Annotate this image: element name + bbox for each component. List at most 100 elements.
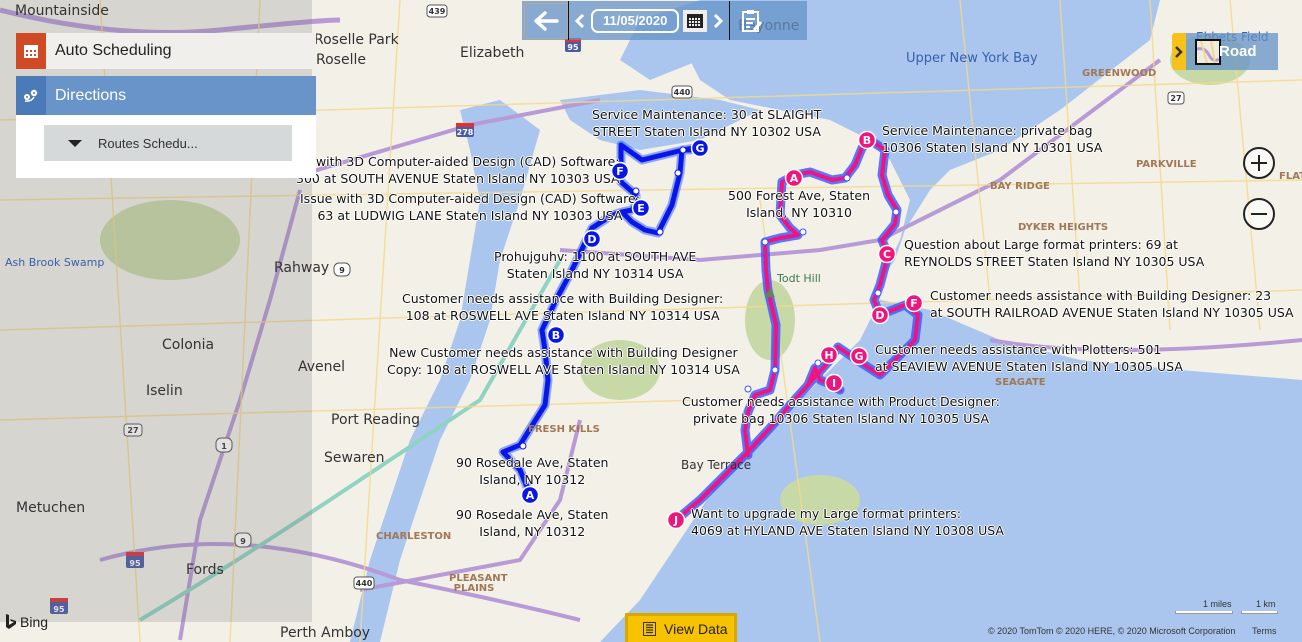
- place-label: Metuchen: [16, 500, 86, 516]
- svg-text:27: 27: [1170, 94, 1181, 103]
- svg-text:439: 439: [429, 7, 446, 16]
- shield-95-mid: 95: [126, 552, 144, 568]
- neighborhood-label: GREENWOOD: [1082, 68, 1157, 79]
- place-label: Avenel: [298, 359, 346, 375]
- date-toolbar: 11/05/2020: [522, 1, 807, 40]
- svg-text:9: 9: [339, 266, 345, 275]
- zoom-out-button[interactable]: [1243, 198, 1275, 230]
- view-data-label: View Data: [664, 621, 728, 637]
- directions-pins-icon: [16, 76, 46, 115]
- shield-9-fords: 9: [234, 532, 252, 548]
- routes-dropdown-label: Routes Schedu...: [98, 135, 198, 151]
- next-day-button[interactable]: [707, 13, 729, 28]
- shield-95-bottom: 95: [50, 598, 68, 614]
- place-label: Perth Amboy: [280, 625, 371, 641]
- stop-label: New Customer needs assistance with Build…: [387, 345, 740, 377]
- water-label: Ash Brook Swamp: [5, 256, 105, 269]
- shield-439: 439: [426, 4, 448, 18]
- neighborhood-label: CHARLESTON: [376, 531, 452, 542]
- place-label: Rahway: [274, 260, 330, 276]
- clipboard-edit-button[interactable]: [730, 9, 774, 33]
- neighborhood-label: PARKVILLE: [1136, 159, 1197, 170]
- neighborhood-label: SEAGATE: [995, 377, 1046, 388]
- place-label: Iselin: [146, 383, 183, 399]
- shield-27-left: 27: [123, 423, 143, 437]
- place-label: Colonia: [162, 337, 215, 353]
- svg-text:27: 27: [127, 426, 138, 435]
- stop-label: Customer needs assistance with Plotters:…: [875, 342, 1183, 374]
- shield-9-rahway: 9: [333, 262, 351, 277]
- routes-scheduled-dropdown[interactable]: Routes Schedu...: [44, 125, 292, 161]
- svg-text:95: 95: [129, 559, 141, 568]
- auto-scheduling-header[interactable]: Auto Scheduling: [16, 33, 316, 69]
- calendar-icon: [16, 33, 46, 69]
- minus-icon: [1251, 213, 1267, 215]
- shield-440: 440: [671, 85, 693, 99]
- shield-1: 1: [215, 437, 233, 453]
- scale-km-label: 1 km: [1256, 599, 1276, 609]
- calendar-picker-button[interactable]: [683, 9, 708, 32]
- water-label: Upper New York Bay: [906, 51, 1038, 66]
- stop-label: Question about Large format printers: 69…: [904, 237, 1205, 269]
- neighborhood-label: FLATBUSH: [1279, 171, 1302, 182]
- arrow-left-icon: [534, 10, 559, 31]
- copyright-text: © 2020 TomTom © 2020 HERE, © 2020 Micros…: [988, 626, 1236, 636]
- svg-text:95: 95: [53, 605, 65, 614]
- stop-label: Customer needs assistance with Building …: [930, 288, 1294, 320]
- bing-icon: [6, 614, 16, 629]
- svg-text:9: 9: [240, 537, 246, 546]
- neighborhood-label: FRESH KILLS: [528, 424, 600, 435]
- stop-label: Want to upgrade my Large format printers…: [691, 506, 1004, 538]
- date-field[interactable]: 11/05/2020: [591, 8, 680, 33]
- scale-miles-bar: [1175, 611, 1233, 614]
- clipboard-edit-icon: [742, 9, 763, 32]
- stop-label: Issue with 3D Computer-aided Design (CAD…: [300, 191, 640, 223]
- previous-day-button[interactable]: [569, 13, 591, 28]
- place-label: Roselle: [316, 52, 366, 68]
- calendar-icon: [687, 13, 704, 28]
- directions-label: Directions: [55, 86, 127, 104]
- view-data-button[interactable]: View Data: [625, 613, 737, 642]
- stop-label: 90 Rosedale Ave, Staten Island, NY 10312: [456, 455, 609, 487]
- chevron-right-icon: [1175, 45, 1183, 58]
- place-label: Mountainside: [15, 3, 109, 19]
- chevron-left-icon: [575, 13, 585, 28]
- scale-km-bar: [1241, 611, 1278, 614]
- bing-logo: Bing: [5, 614, 48, 630]
- stop-label: 90 Rosedale Ave, Staten Island, NY 10312: [456, 507, 609, 539]
- terms-link[interactable]: Terms: [1252, 626, 1277, 636]
- scheduling-panel: Auto Scheduling Directions Routes Schedu…: [16, 33, 316, 178]
- expand-styles-button[interactable]: [1172, 33, 1186, 70]
- neighborhood-label: PLEASANT PLAINS: [449, 573, 508, 594]
- stop-label: Service Maintenance: 30 at SLAIGHT STREET…: [592, 107, 822, 139]
- caret-down-icon: [68, 139, 82, 147]
- bing-label: Bing: [20, 614, 49, 630]
- shield-95-top: 95: [565, 38, 581, 52]
- chevron-right-icon: [714, 13, 724, 28]
- place-label: Fords: [186, 562, 224, 578]
- list-icon: [643, 622, 656, 636]
- place-label: Bay Terrace: [681, 458, 752, 472]
- scale-miles-label: 1 miles: [1203, 599, 1232, 609]
- neighborhood-label: DYKER HEIGHTS: [1018, 222, 1109, 233]
- place-label: Sewaren: [324, 450, 385, 466]
- stop-label: 500 Forest Ave, Staten Island, NY 10310: [728, 188, 871, 220]
- place-label: Roselle Park: [314, 32, 399, 48]
- back-button[interactable]: [524, 2, 568, 39]
- svg-text:278: 278: [457, 128, 474, 137]
- plus-icon: [1251, 155, 1267, 171]
- road-style-button[interactable]: Road: [1186, 33, 1278, 70]
- directions-header[interactable]: Directions: [16, 76, 316, 115]
- svg-text:440: 440: [674, 88, 691, 97]
- stop-label: with 3D Computer-aided Design (CAD) Soft…: [296, 154, 620, 186]
- stop-label: Prohujguhv: 1100 at SOUTH AVE Staten Isla…: [494, 249, 697, 281]
- shield-440-bottom: 440: [353, 576, 375, 590]
- svg-text:1: 1: [221, 442, 227, 451]
- neighborhood-label: BAY RIDGE: [990, 181, 1050, 192]
- road-map-thumbnail-icon: [1195, 38, 1221, 65]
- map-style-picker: Road: [1172, 33, 1278, 70]
- svg-text:95: 95: [567, 43, 579, 52]
- zoom-in-button[interactable]: [1243, 147, 1275, 179]
- stop-label: Customer needs assistance with Product D…: [682, 394, 1001, 426]
- place-label: Todt Hill: [777, 272, 821, 285]
